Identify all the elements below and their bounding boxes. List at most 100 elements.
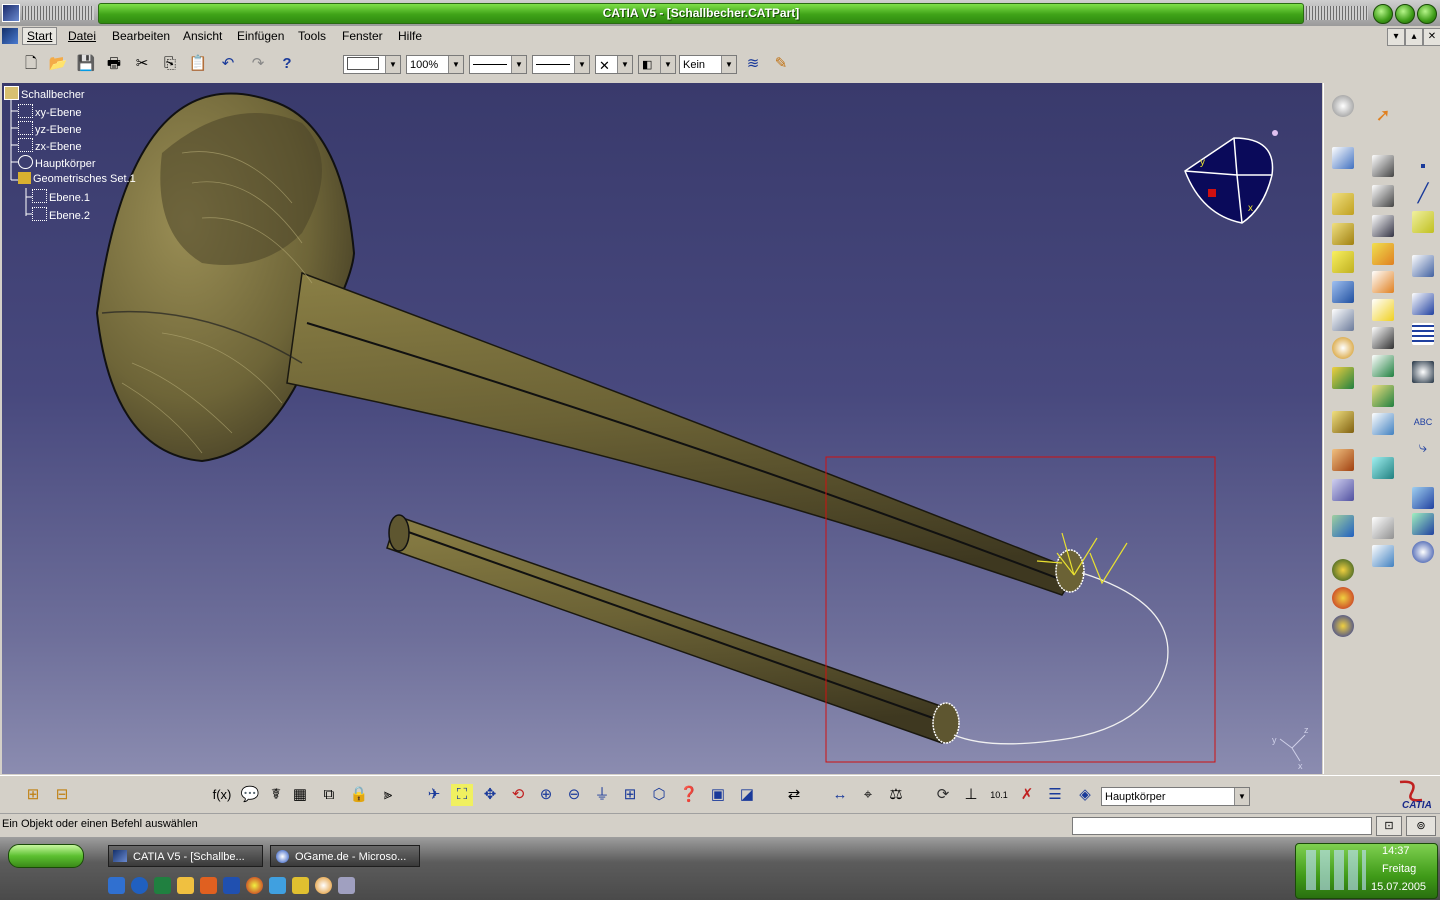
grid-icon[interactable] bbox=[1412, 323, 1434, 345]
menu-bearbeiten[interactable]: Bearbeiten bbox=[112, 29, 170, 43]
maximize-button[interactable] bbox=[1395, 4, 1415, 24]
mdi-minimize-button[interactable]: ▾ bbox=[1387, 28, 1405, 46]
pad-icon[interactable] bbox=[1332, 193, 1354, 215]
measure-icon[interactable] bbox=[1332, 587, 1354, 609]
mdi-restore-button[interactable]: ▴ bbox=[1405, 28, 1423, 46]
fly-mode-icon[interactable]: ✈ bbox=[423, 784, 445, 806]
solid-combine-icon[interactable] bbox=[1332, 309, 1354, 331]
transparency-combo[interactable]: 100% ▼ bbox=[406, 55, 464, 74]
guide-curve[interactable] bbox=[953, 572, 1169, 745]
tree-item-plane-1[interactable]: Ebene.1 bbox=[32, 189, 90, 204]
multi-view-icon[interactable]: ⊞ bbox=[619, 784, 641, 806]
copy-icon[interactable]: ⎘ bbox=[159, 53, 181, 75]
quicklaunch-excel-icon[interactable] bbox=[154, 877, 171, 894]
quicklaunch-outlook-icon[interactable] bbox=[177, 877, 194, 894]
flag-note-icon[interactable]: ⤷ bbox=[1412, 439, 1434, 461]
hole-icon[interactable] bbox=[1332, 337, 1354, 359]
fill-color-combo[interactable]: ▼ bbox=[343, 55, 401, 74]
pattern-icon[interactable] bbox=[1372, 385, 1394, 407]
quicklaunch-powerpoint-icon[interactable] bbox=[200, 877, 217, 894]
mirror-icon[interactable] bbox=[1372, 355, 1394, 377]
quicklaunch-tool-icon[interactable] bbox=[292, 877, 309, 894]
fit-all-icon[interactable]: ⛶ bbox=[451, 784, 473, 806]
catia-app-icon[interactable] bbox=[2, 4, 20, 22]
menu-start[interactable]: Start bbox=[22, 27, 58, 45]
quicklaunch-browser-icon[interactable] bbox=[108, 877, 125, 894]
pocket-icon[interactable] bbox=[1332, 223, 1354, 245]
rendering-style-combo[interactable]: ◧ ▼ bbox=[638, 55, 676, 74]
layer-filter-icon[interactable]: ≋ bbox=[742, 53, 764, 75]
zoom-in-icon[interactable]: ⊕ bbox=[535, 784, 557, 806]
measure-inertia-icon[interactable]: ⚖ bbox=[885, 784, 907, 806]
split-icon[interactable] bbox=[1372, 215, 1394, 237]
boolean-icon[interactable] bbox=[1372, 457, 1394, 479]
bell-part[interactable] bbox=[95, 92, 1085, 596]
thick-surface-icon[interactable] bbox=[1372, 243, 1394, 265]
scan-icon[interactable]: ⫸ bbox=[377, 784, 399, 806]
edge-fillet-icon[interactable] bbox=[1332, 411, 1354, 433]
tree-item-plane-2[interactable]: Ebene.2 bbox=[32, 207, 90, 222]
plane-tool-icon[interactable] bbox=[1412, 211, 1434, 233]
scaling-icon[interactable] bbox=[1372, 413, 1394, 435]
sketcher-icon[interactable] bbox=[1332, 147, 1354, 169]
sheet-metal-icon[interactable]: ⊞ bbox=[22, 784, 44, 806]
tree-item-zx-plane[interactable]: zx-Ebene bbox=[18, 138, 81, 153]
pan-icon[interactable]: ✥ bbox=[479, 784, 501, 806]
power-input-icon[interactable]: ⊡ bbox=[1376, 816, 1402, 836]
cut-icon[interactable]: ✂ bbox=[131, 53, 153, 75]
body-insert-icon[interactable] bbox=[1412, 293, 1434, 315]
select-arrow-icon[interactable]: ➚ bbox=[1372, 105, 1394, 127]
iso-view-icon[interactable]: ⬡ bbox=[648, 784, 670, 806]
menu-ansicht[interactable]: Ansicht bbox=[183, 29, 222, 43]
tray-icons[interactable] bbox=[1306, 850, 1366, 890]
menu-einfuegen[interactable]: Einfügen bbox=[237, 29, 284, 43]
quicklaunch-search-icon[interactable] bbox=[269, 877, 286, 894]
quicklaunch-doc-icon[interactable] bbox=[338, 877, 355, 894]
hide-show-icon[interactable]: ◪ bbox=[736, 784, 758, 806]
tree-item-main-body[interactable]: Hauptkörper bbox=[18, 155, 96, 170]
undo-icon[interactable]: ↶ bbox=[217, 53, 239, 75]
workbench-gear-icon[interactable] bbox=[1332, 95, 1354, 117]
document-icon[interactable] bbox=[2, 28, 18, 44]
tree-item-yz-plane[interactable]: yz-Ebene bbox=[18, 121, 81, 136]
constraint-icon[interactable] bbox=[1372, 517, 1394, 539]
lock-icon[interactable]: 🔒 bbox=[348, 784, 370, 806]
command-input[interactable] bbox=[1072, 817, 1372, 835]
3d-viewport[interactable]: y x z y x bbox=[2, 83, 1322, 774]
quick-view-icon[interactable]: ❓ bbox=[678, 784, 700, 806]
sew-surface-icon[interactable] bbox=[1372, 299, 1394, 321]
shading-icon[interactable]: ▣ bbox=[707, 784, 729, 806]
define-in-work-object-icon[interactable]: ◈ bbox=[1074, 784, 1096, 806]
extract-icon[interactable] bbox=[1372, 185, 1394, 207]
close-button[interactable] bbox=[1417, 4, 1437, 24]
annotation-text-icon[interactable]: ABC bbox=[1412, 411, 1434, 433]
line-icon[interactable]: ╱ bbox=[1412, 183, 1434, 205]
design-table-icon[interactable]: ▦ bbox=[289, 784, 311, 806]
menu-tools[interactable]: Tools bbox=[298, 29, 326, 43]
command-toggle-icon[interactable]: ⊚ bbox=[1406, 816, 1436, 836]
save-icon[interactable]: 💾 bbox=[75, 53, 97, 75]
window-title-bar[interactable]: CATIA V5 - [Schallbecher.CATPart] bbox=[0, 0, 1440, 26]
paste-icon[interactable]: 📋 bbox=[187, 53, 209, 75]
print-icon[interactable]: 🖶 bbox=[103, 53, 125, 75]
rotate-icon[interactable]: ⟲ bbox=[507, 784, 529, 806]
close-surface-icon[interactable] bbox=[1372, 271, 1394, 293]
shell-icon[interactable] bbox=[1332, 515, 1354, 537]
quicklaunch-ie-icon[interactable] bbox=[131, 877, 148, 894]
rib-icon[interactable] bbox=[1332, 281, 1354, 303]
chamfer-icon[interactable] bbox=[1332, 449, 1354, 471]
views-icon[interactable] bbox=[1412, 513, 1434, 535]
catalog-icon[interactable] bbox=[1412, 541, 1434, 563]
compass-icon[interactable]: y x bbox=[1184, 130, 1278, 224]
start-button[interactable] bbox=[8, 844, 84, 868]
quicklaunch-media-icon[interactable] bbox=[246, 877, 263, 894]
sheet-metal-2-icon[interactable]: ⊟ bbox=[51, 784, 73, 806]
normal-view-icon[interactable]: ⏚ bbox=[591, 784, 613, 806]
small-point-icon[interactable] bbox=[1412, 155, 1434, 177]
translate-icon[interactable] bbox=[1372, 327, 1394, 349]
constraint-dialog-icon[interactable] bbox=[1372, 545, 1394, 567]
knowledge-icon[interactable]: ☤ bbox=[265, 784, 287, 806]
hierarchy-icon[interactable]: ⧉ bbox=[318, 784, 340, 806]
line-type-combo[interactable]: ▼ bbox=[532, 55, 590, 74]
zoom-out-icon[interactable]: ⊖ bbox=[563, 784, 585, 806]
